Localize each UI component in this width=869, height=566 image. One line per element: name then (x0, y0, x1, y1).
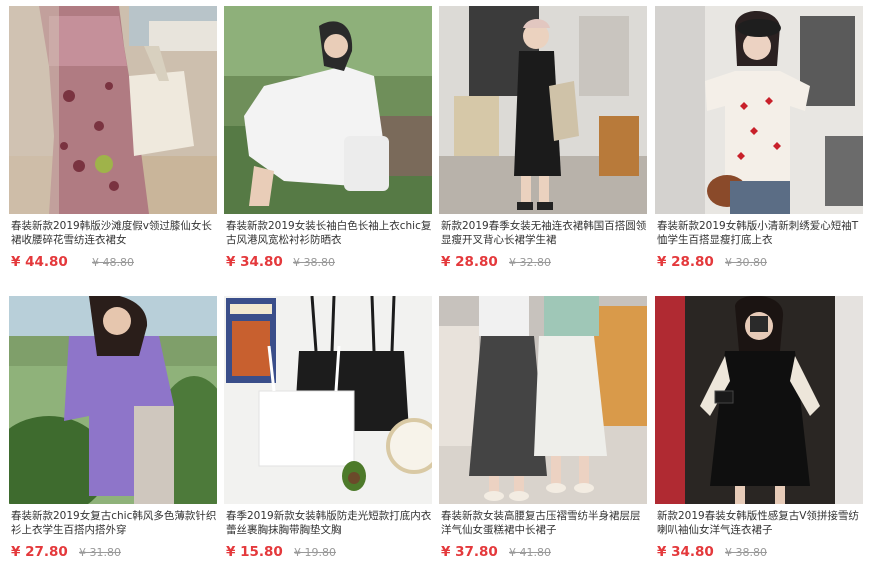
product-title[interactable]: 新款2019春季女装无袖连衣裙韩国百搭圆领显瘦开叉背心长裙学生裙 (441, 219, 647, 247)
product-photo-black-dress (439, 6, 647, 214)
product-title[interactable]: 春季2019新款女装韩版防走光短款打底内衣蕾丝裹胸抹胸带胸垫文胸 (226, 509, 432, 537)
product-original-price: ¥ 30.80 (725, 256, 767, 269)
product-photo-pleated-skirts (439, 296, 647, 504)
product-original-price: ¥ 41.80 (509, 546, 551, 559)
product-price: ¥ 34.80 (657, 544, 714, 560)
product-photo-chiffon-dress (655, 296, 863, 504)
product-photo-white-shirt (224, 6, 432, 214)
product-title[interactable]: 春装新款2019女装长袖白色长袖上衣chic复古风港风宽松衬衫防晒衣 (226, 219, 432, 247)
product-card[interactable]: 春装新款2019女装长袖白色长袖上衣chic复古风港风宽松衬衫防晒衣 ¥ 34.… (224, 6, 432, 276)
product-card[interactable]: 新款2019春装女韩版性感复古V领拼接雪纺喇叭袖仙女洋气连衣裙子 ¥ 34.80… (655, 296, 863, 566)
product-price: ¥ 27.80 (11, 544, 68, 560)
product-price: ¥ 28.80 (441, 254, 498, 270)
product-image[interactable] (224, 296, 432, 504)
product-image[interactable] (224, 6, 432, 214)
product-title[interactable]: 春装新款2019女韩版小清新刺绣爱心短袖T恤学生百搭显瘦打底上衣 (657, 219, 863, 247)
product-price: ¥ 37.80 (441, 544, 498, 560)
product-card[interactable]: 春季2019新款女装韩版防走光短款打底内衣蕾丝裹胸抹胸带胸垫文胸 ¥ 15.80… (224, 296, 432, 566)
product-original-price: ¥ 48.80 (92, 256, 134, 269)
product-image[interactable] (655, 296, 863, 504)
product-card[interactable]: 春装新款2019女韩版小清新刺绣爱心短袖T恤学生百搭显瘦打底上衣 ¥ 28.80… (655, 6, 863, 276)
product-title[interactable]: 春装新款女装高腰复古压褶雪纺半身裙层层洋气仙女蛋糕裙中长裙子 (441, 509, 647, 537)
product-card[interactable]: 春装新款2019韩版沙滩度假v领过膝仙女长裙收腰碎花雪纺连衣裙女 ¥ 44.80… (9, 6, 217, 276)
product-price: ¥ 15.80 (226, 544, 283, 560)
product-photo-heart-tshirt (655, 6, 863, 214)
product-grid: 春装新款2019韩版沙滩度假v领过膝仙女长裙收腰碎花雪纺连衣裙女 ¥ 44.80… (0, 0, 869, 565)
product-original-price: ¥ 38.80 (725, 546, 767, 559)
product-original-price: ¥ 38.80 (293, 256, 335, 269)
product-title[interactable]: 春装新款2019女复古chic韩风多色薄款针织衫上衣学生百搭内搭外穿 (11, 509, 217, 537)
product-card[interactable]: 春装新款2019女复古chic韩风多色薄款针织衫上衣学生百搭内搭外穿 ¥ 27.… (9, 296, 217, 566)
product-title[interactable]: 春装新款2019韩版沙滩度假v领过膝仙女长裙收腰碎花雪纺连衣裙女 (11, 219, 217, 247)
product-price: ¥ 44.80 (11, 254, 68, 270)
product-image[interactable] (439, 296, 647, 504)
product-image[interactable] (655, 6, 863, 214)
product-original-price: ¥ 31.80 (79, 546, 121, 559)
product-photo-lace-bralette (224, 296, 432, 504)
product-photo-beach-dress (9, 6, 217, 214)
product-photo-purple-cardigan (9, 296, 217, 504)
product-price: ¥ 28.80 (657, 254, 714, 270)
product-card[interactable]: 春装新款女装高腰复古压褶雪纺半身裙层层洋气仙女蛋糕裙中长裙子 ¥ 37.80 ¥… (439, 296, 647, 566)
product-original-price: ¥ 19.80 (294, 546, 336, 559)
product-image[interactable] (439, 6, 647, 214)
product-original-price: ¥ 32.80 (509, 256, 551, 269)
product-image[interactable] (9, 296, 217, 504)
product-price: ¥ 34.80 (226, 254, 283, 270)
product-image[interactable] (9, 6, 217, 214)
product-title[interactable]: 新款2019春装女韩版性感复古V领拼接雪纺喇叭袖仙女洋气连衣裙子 (657, 509, 863, 537)
product-card[interactable]: 新款2019春季女装无袖连衣裙韩国百搭圆领显瘦开叉背心长裙学生裙 ¥ 28.80… (439, 6, 647, 276)
